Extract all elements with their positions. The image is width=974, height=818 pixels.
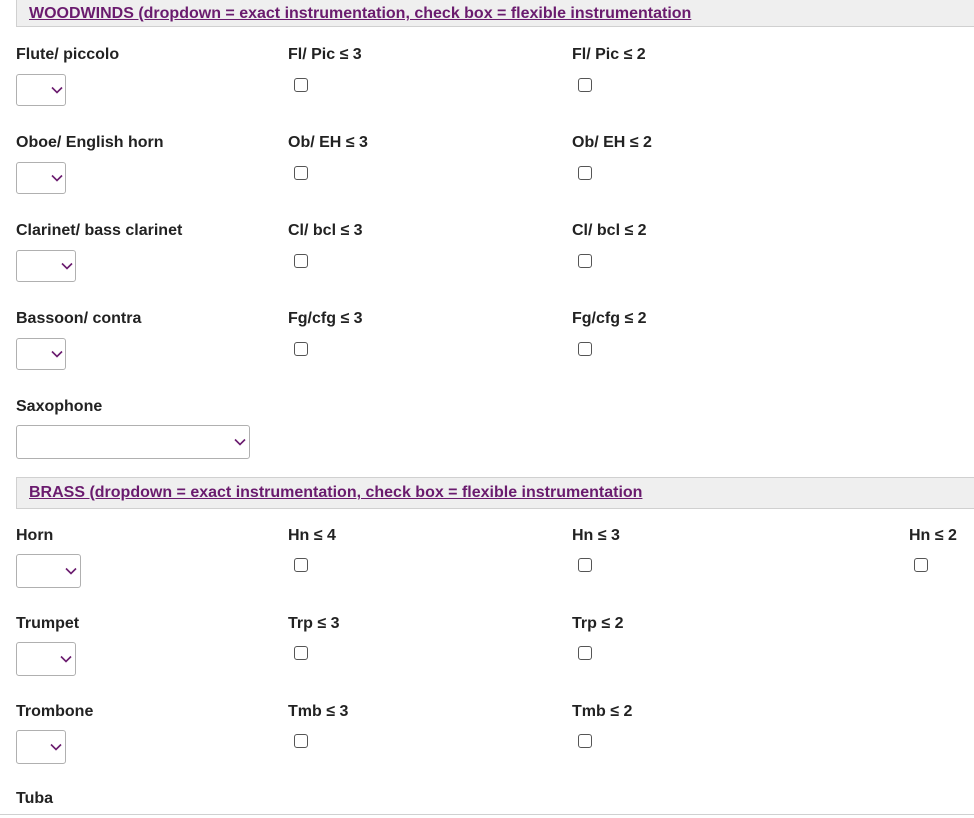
trombone-select[interactable] [16,730,66,764]
trumpet-opt1-checkbox[interactable] [294,646,308,660]
tuba-label: Tuba [16,790,54,807]
clarinet-opt2-label: Cl/ bcl ≤ 2 [572,222,647,239]
clarinet-opt1-label: Cl/ bcl ≤ 3 [288,222,363,239]
flute-opt2-checkbox[interactable] [578,78,592,92]
woodwinds-section-header: WOODWINDS (dropdown = exact instrumentat… [16,0,974,27]
horn-opt3-label: Hn ≤ 2 [909,527,957,544]
clarinet-label: Clarinet/ bass clarinet [16,222,183,239]
chevron-down-icon [51,86,63,94]
horn-opt2-checkbox[interactable] [578,558,592,572]
saxophone-select[interactable] [16,425,250,459]
clarinet-select[interactable] [16,250,76,282]
trumpet-select[interactable] [16,642,76,676]
trombone-opt1-label: Tmb ≤ 3 [288,703,349,720]
horn-opt3-checkbox[interactable] [914,558,928,572]
brass-section-header: BRASS (dropdown = exact instrumentation,… [16,477,974,509]
oboe-select[interactable] [16,162,66,194]
oboe-opt2-label: Ob/ EH ≤ 2 [572,134,652,151]
chevron-down-icon [51,350,63,358]
bassoon-opt2-label: Fg/cfg ≤ 2 [572,310,647,327]
horn-opt2-label: Hn ≤ 3 [572,527,620,544]
brass-header-link[interactable]: BRASS (dropdown = exact instrumentation,… [29,484,642,502]
oboe-opt2-checkbox[interactable] [578,166,592,180]
chevron-down-icon [65,567,77,575]
oboe-opt1-label: Ob/ EH ≤ 3 [288,134,368,151]
trombone-opt1-checkbox[interactable] [294,734,308,748]
flute-label: Flute/ piccolo [16,46,120,63]
flute-opt1-label: Fl/ Pic ≤ 3 [288,46,362,63]
horn-opt1-label: Hn ≤ 4 [288,527,336,544]
chevron-down-icon [60,655,72,663]
horn-opt1-checkbox[interactable] [294,558,308,572]
oboe-opt1-checkbox[interactable] [294,166,308,180]
chevron-down-icon [234,438,246,446]
trumpet-opt2-label: Trp ≤ 2 [572,615,624,632]
chevron-down-icon [51,174,63,182]
bassoon-label: Bassoon/ contra [16,310,142,327]
saxophone-label: Saxophone [16,398,103,415]
trombone-label: Trombone [16,703,94,720]
trumpet-opt1-label: Trp ≤ 3 [288,615,340,632]
flute-opt2-label: Fl/ Pic ≤ 2 [572,46,646,63]
trumpet-label: Trumpet [16,615,80,632]
bassoon-opt1-label: Fg/cfg ≤ 3 [288,310,363,327]
oboe-label: Oboe/ English horn [16,134,164,151]
horn-select[interactable] [16,554,81,588]
bassoon-select[interactable] [16,338,66,370]
bassoon-opt2-checkbox[interactable] [578,342,592,356]
trombone-opt2-label: Tmb ≤ 2 [572,703,633,720]
divider [0,814,974,815]
horn-label: Horn [16,527,54,544]
woodwinds-header-link[interactable]: WOODWINDS (dropdown = exact instrumentat… [29,5,691,23]
flute-select[interactable] [16,74,66,106]
flute-opt1-checkbox[interactable] [294,78,308,92]
bassoon-opt1-checkbox[interactable] [294,342,308,356]
chevron-down-icon [50,743,62,751]
clarinet-opt1-checkbox[interactable] [294,254,308,268]
trombone-opt2-checkbox[interactable] [578,734,592,748]
chevron-down-icon [61,262,73,270]
clarinet-opt2-checkbox[interactable] [578,254,592,268]
trumpet-opt2-checkbox[interactable] [578,646,592,660]
